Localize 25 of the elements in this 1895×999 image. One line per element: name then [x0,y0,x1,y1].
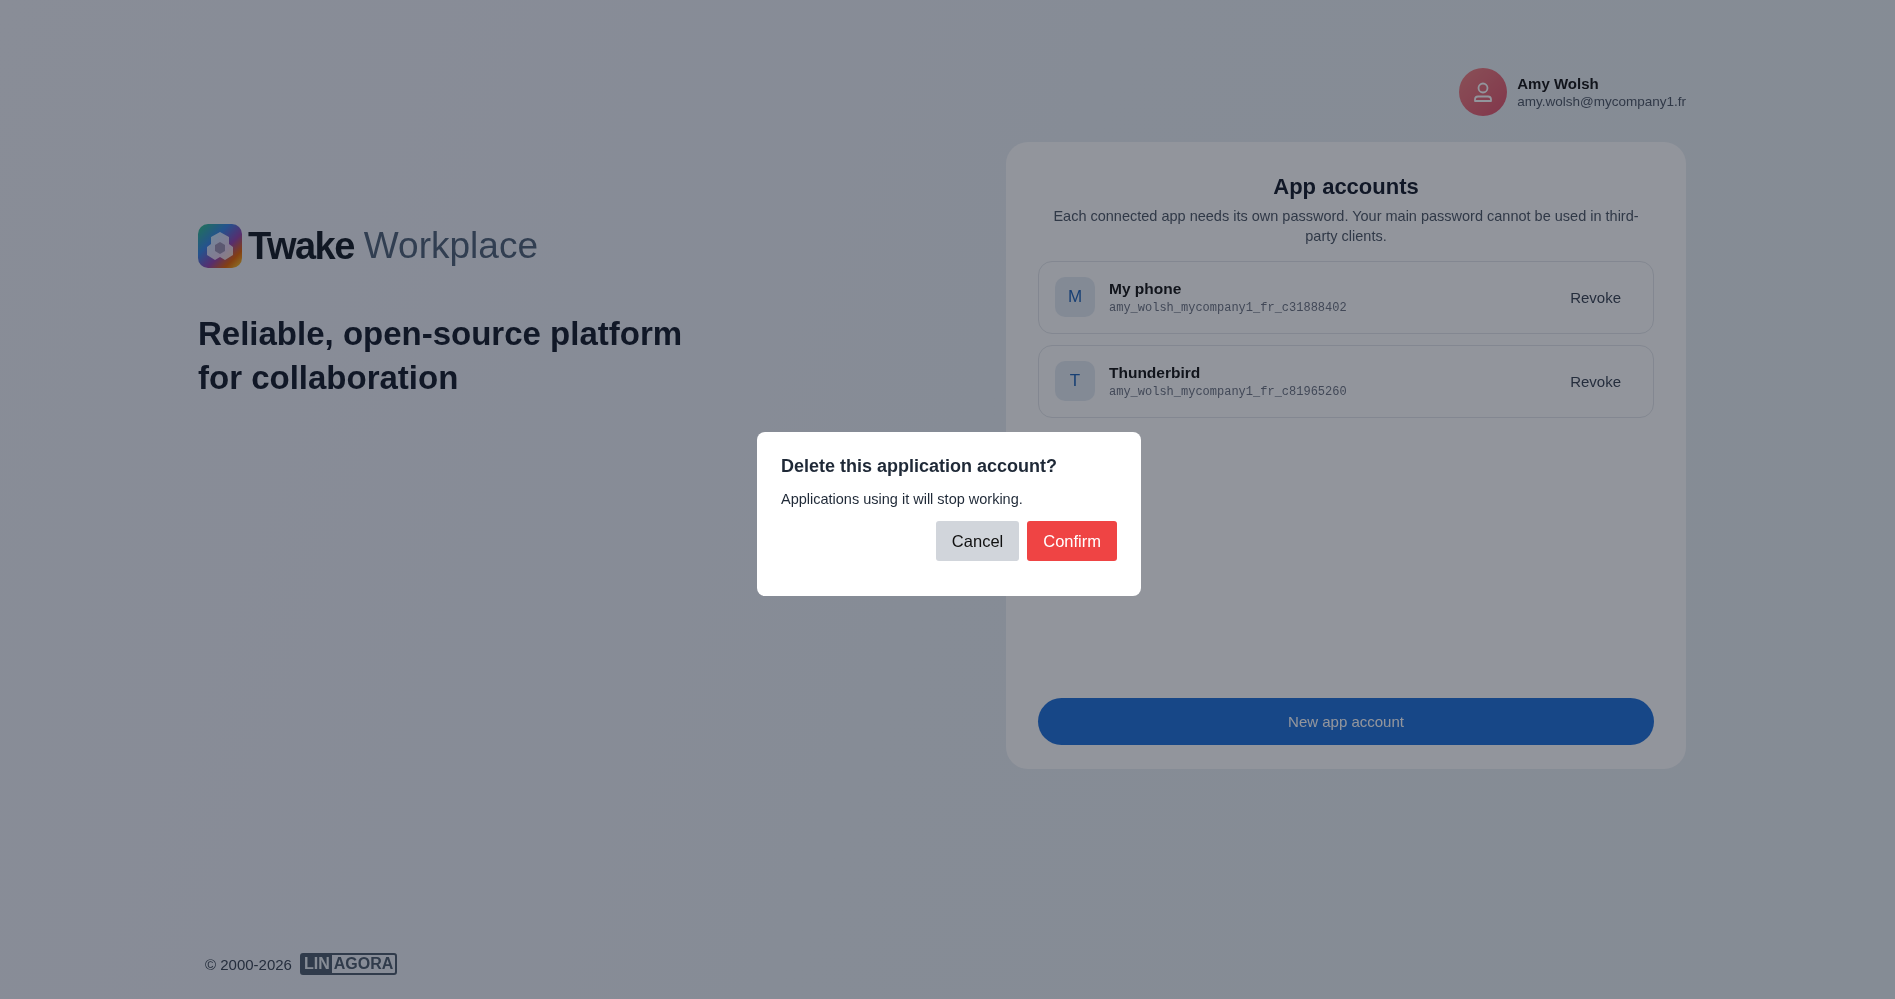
card-description: Each connected app needs its own password. Your main password cannot be used in third-party clients. [1052,207,1640,247]
user-name: Amy Wolsh [1517,75,1600,92]
tagline: Reliable, open-source platform for collaboration [198,314,684,398]
account-name: My phone [1109,279,1183,298]
account-username: amy_wolsh_mycompany1_fr_c31888402 [1109,300,1348,315]
copyright: © 2000-2026 [205,955,292,973]
cancel-button[interactable]: Cancel [935,521,1020,561]
account-name: Thunderbird [1109,363,1202,382]
product-name: Workplace [363,225,538,267]
dialog-title: Delete this application account? [781,456,1059,477]
new-app-account-button[interactable]: New app account [1038,698,1654,745]
account-initial: M [1055,277,1095,318]
logo-icon [198,224,242,268]
revoke-button[interactable]: Revoke [1566,368,1625,394]
account-username: amy_wolsh_mycompany1_fr_c81965260 [1109,384,1348,399]
company-logo: LIN AGORA [299,953,398,975]
dialog-message: Applications using it will stop working. [781,491,1024,507]
brand-name: Twake [248,224,354,268]
user-email: amy.wolsh@mycompany1.fr [1517,94,1686,109]
user-avatar[interactable] [1459,68,1508,116]
card-title: App accounts [1273,174,1419,200]
person-icon [1472,81,1495,103]
account-initial: T [1055,361,1095,402]
confirm-button[interactable]: Confirm [1027,521,1117,561]
revoke-button[interactable]: Revoke [1566,284,1625,310]
